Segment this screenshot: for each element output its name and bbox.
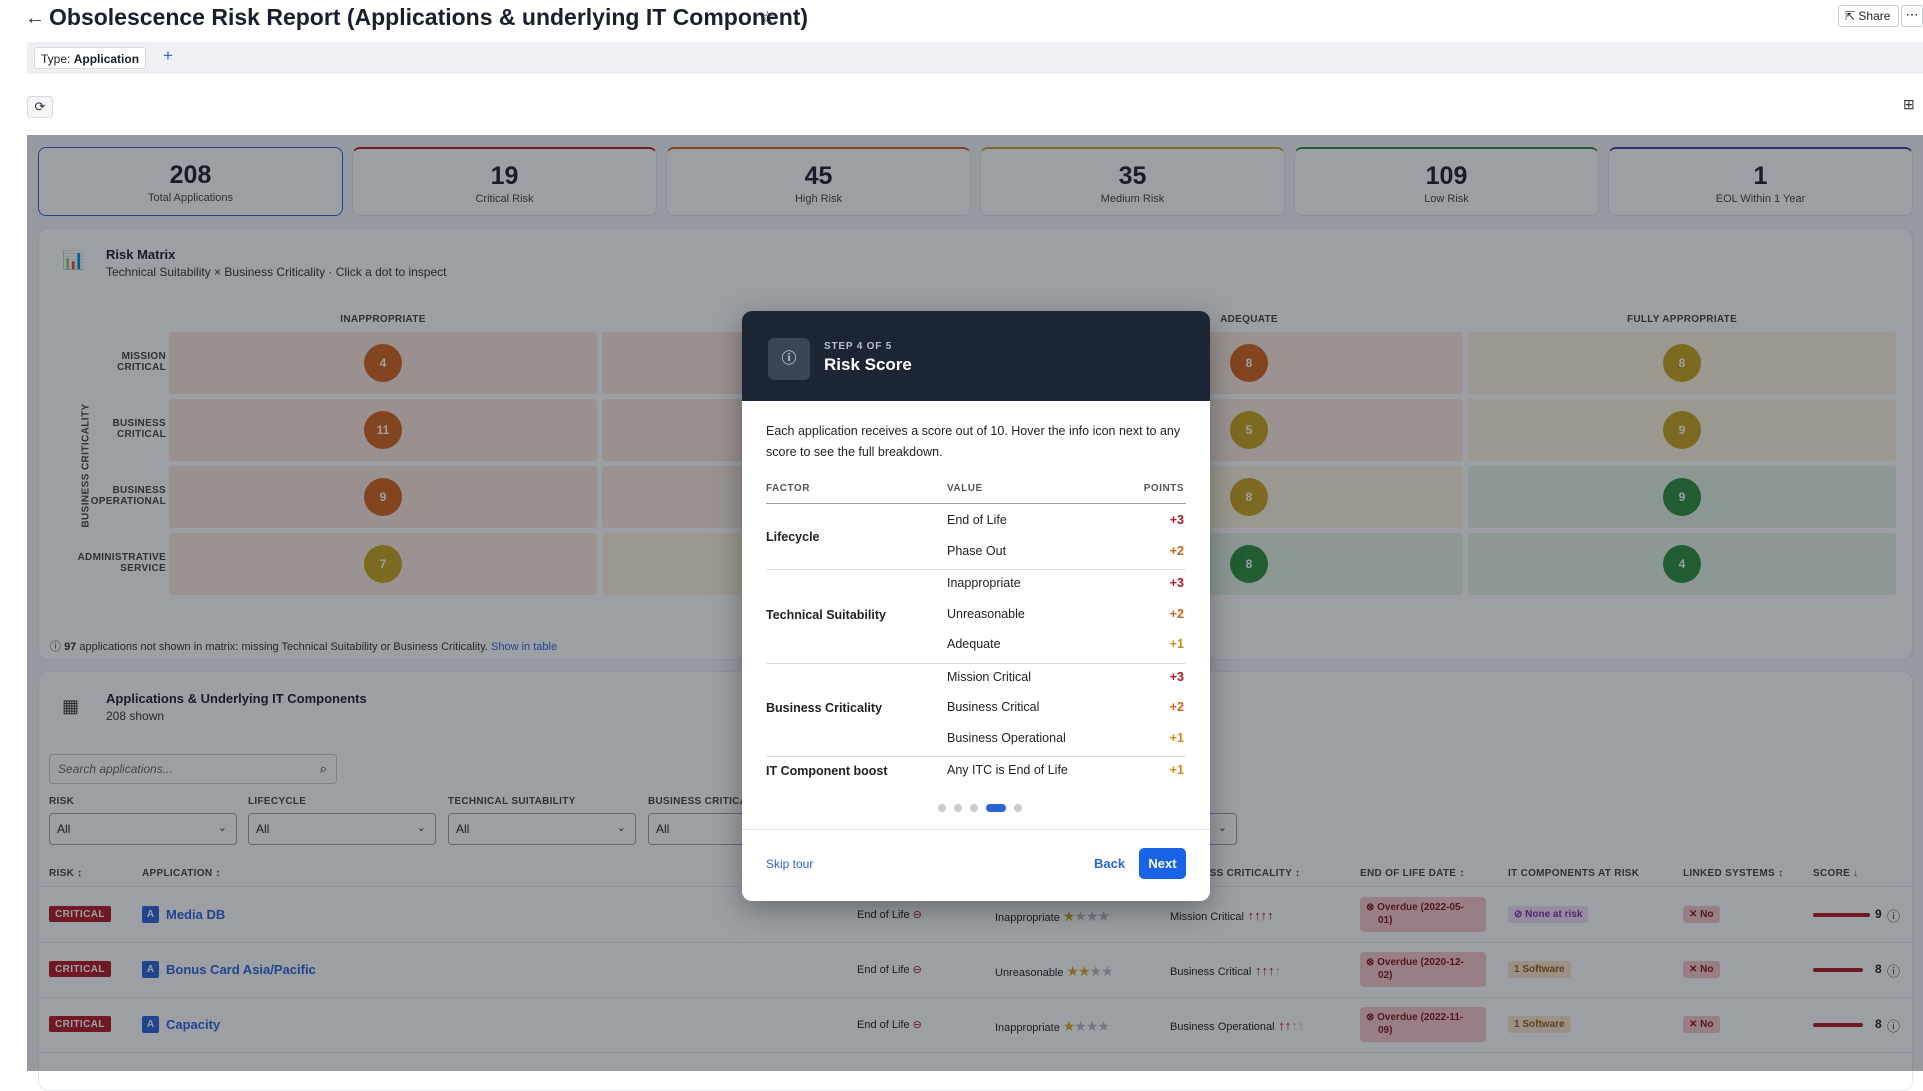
- score-factor-name: IT Component boost: [766, 764, 888, 779]
- score-factor-value: End of Life: [947, 513, 1007, 527]
- back-arrow-icon[interactable]: ←: [25, 7, 45, 30]
- group-divider: [766, 662, 1186, 664]
- score-factor-value: Inappropriate: [947, 576, 1021, 590]
- score-factor-value: Any ITC is End of Life: [947, 763, 1068, 777]
- score-points: +1: [1169, 763, 1184, 777]
- step-dot[interactable]: [986, 804, 1006, 812]
- score-factor-value: Adequate: [947, 637, 1001, 651]
- score-points: +3: [1169, 513, 1184, 527]
- score-factor-name: Technical Suitability: [766, 607, 886, 622]
- score-factor-value: Business Critical: [947, 700, 1040, 714]
- tour-description: Each application receives a score out of…: [766, 424, 1181, 459]
- filter-bar: Type: Application +: [27, 42, 1923, 74]
- share-icon: ⇱: [1845, 9, 1859, 23]
- score-points: +3: [1169, 576, 1184, 590]
- tour-dialog: ⓘ STEP 4 OF 5 Risk Score Each applicatio…: [742, 311, 1210, 901]
- header-divider: [766, 503, 1186, 504]
- step-dot[interactable]: [1014, 804, 1022, 812]
- score-points: +1: [1169, 730, 1184, 745]
- factor-header: FACTOR: [766, 483, 810, 494]
- tour-step-indicator: STEP 4 OF 5: [824, 341, 893, 352]
- filter-chip-type[interactable]: Type: Application: [34, 47, 147, 69]
- info-icon: ⓘ: [768, 338, 810, 380]
- more-options-icon[interactable]: ⋯: [1901, 5, 1923, 27]
- step-dot[interactable]: [970, 804, 978, 812]
- group-divider: [766, 569, 1186, 570]
- score-points: +3: [1169, 669, 1184, 684]
- score-points: +2: [1169, 606, 1184, 621]
- score-factor-name: Lifecycle: [766, 529, 820, 544]
- score-factor-name: Business Criticality: [766, 701, 883, 716]
- layout-toggle-icon[interactable]: ⊞: [1903, 96, 1923, 118]
- group-divider: [766, 756, 1186, 757]
- page-title: Obsolescence Risk Report (Applications &…: [49, 4, 809, 30]
- score-points: +2: [1169, 700, 1184, 714]
- tour-title: Risk Score: [824, 355, 912, 374]
- tour-header: ⓘ STEP 4 OF 5 Risk Score: [742, 311, 1210, 401]
- refresh-icon[interactable]: ⟳: [27, 96, 53, 118]
- score-factor-value: Unreasonable: [947, 606, 1025, 621]
- footer-divider: [742, 829, 1210, 830]
- back-button[interactable]: Back: [1094, 856, 1125, 871]
- page-header: ← Obsolescence Risk Report (Applications…: [0, 0, 1923, 40]
- score-factor-value: Phase Out: [947, 543, 1007, 558]
- step-dot[interactable]: [938, 804, 946, 812]
- skip-tour-link[interactable]: Skip tour: [766, 857, 813, 871]
- add-filter-icon[interactable]: +: [163, 46, 173, 66]
- favorite-star-icon[interactable]: ☆: [760, 8, 775, 28]
- score-points: +1: [1169, 637, 1184, 651]
- points-header: POINTS: [1143, 483, 1184, 494]
- score-factor-value: Mission Critical: [947, 669, 1032, 684]
- score-factor-value: Business Operational: [947, 730, 1066, 745]
- step-dot[interactable]: [954, 804, 962, 812]
- score-points: +2: [1169, 543, 1184, 558]
- share-button[interactable]: ⇱ Share: [1838, 5, 1899, 27]
- next-button[interactable]: Next: [1139, 848, 1186, 879]
- value-header: VALUE: [947, 483, 983, 494]
